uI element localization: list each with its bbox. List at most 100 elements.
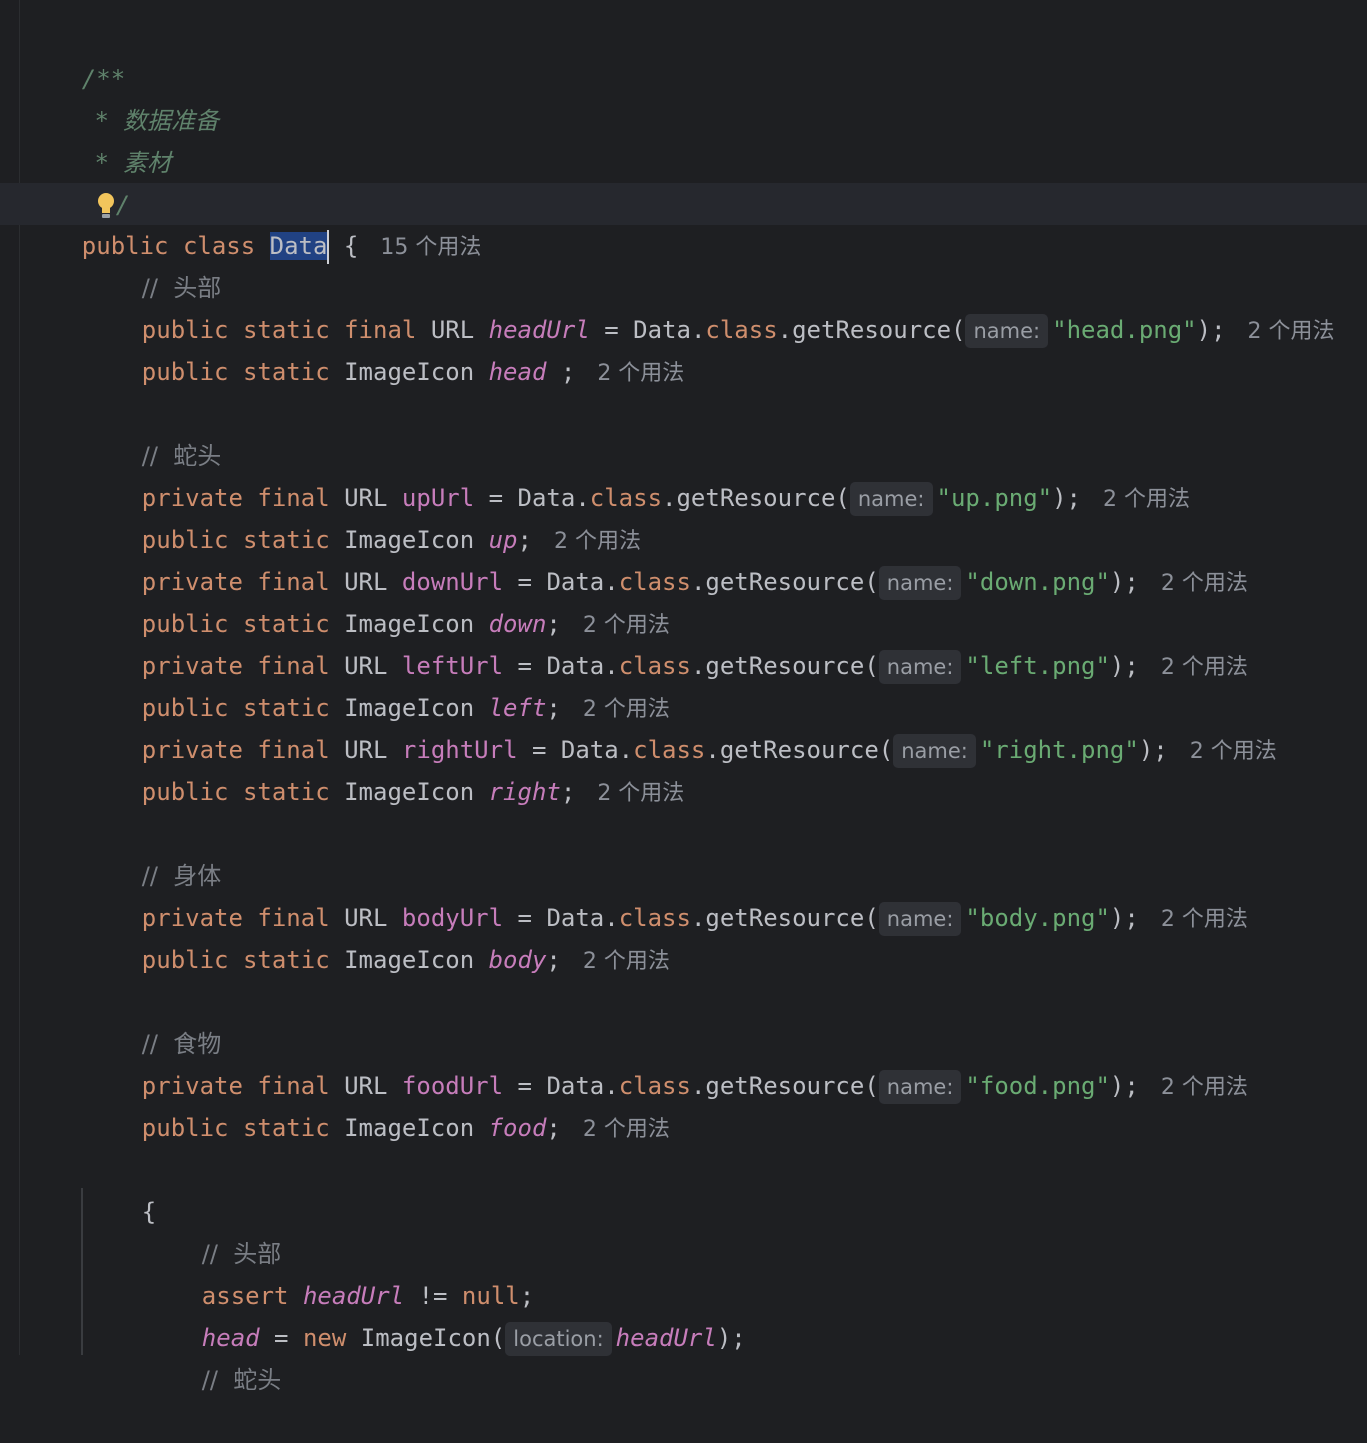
method-call: getResource( [705, 1072, 879, 1100]
usages-hint[interactable]: 2 个用法 [1190, 739, 1277, 764]
code-line[interactable]: // 身体 [84, 813, 221, 890]
code-line[interactable]: private final URL rightUrl = Data.class.… [84, 687, 1277, 768]
field: food [488, 1114, 547, 1142]
method-call: getResource( [719, 736, 894, 764]
parameter-hint: name: [878, 566, 962, 600]
usages-hint[interactable]: 2 个用法 [1103, 487, 1190, 512]
string-literal: "right.png" [979, 736, 1139, 764]
code-line[interactable]: // 头部 [84, 225, 221, 302]
punctuation: ); [716, 1324, 746, 1352]
keyword: static [242, 1114, 330, 1142]
string-literal: "food.png" [965, 1072, 1110, 1100]
code-line[interactable]: private final URL bodyUrl = Data.class.g… [84, 855, 1248, 936]
keyword: class [705, 316, 778, 344]
code-line[interactable]: public static final URL headUrl = Data.c… [84, 267, 1335, 348]
code-line[interactable]: { [84, 1149, 156, 1226]
keyword: public [141, 358, 229, 386]
string-literal: "left.png" [965, 652, 1110, 680]
dot: . [690, 904, 706, 932]
code-line[interactable]: public static ImageIcon head ; 2 个用法 [84, 309, 685, 386]
brace: { [343, 232, 359, 260]
code-line[interactable]: public static ImageIcon up; 2 个用法 [84, 477, 641, 554]
code-line[interactable]: private final URL foodUrl = Data.class.g… [84, 1023, 1248, 1104]
field: body [488, 946, 547, 974]
code-line[interactable]: // 蛇头 [84, 393, 221, 470]
punctuation: ); [1196, 316, 1226, 344]
punctuation: ); [1052, 484, 1082, 512]
code-line[interactable]: head = new ImageIcon(location: headUrl); [144, 1275, 746, 1356]
keyword: static [242, 358, 330, 386]
dot: . [690, 316, 706, 344]
usages-hint[interactable]: 2 个用法 [1161, 571, 1248, 596]
method-call: getResource( [705, 904, 879, 932]
usages-hint[interactable]: 2 个用法 [1161, 907, 1248, 932]
usages-hint[interactable]: 2 个用法 [583, 1117, 670, 1142]
method-call: getResource( [676, 484, 850, 512]
usages-hint[interactable]: 2 个用法 [597, 361, 684, 386]
code-line[interactable]: assert headUrl != null; [144, 1233, 534, 1310]
code-line[interactable]: /** [24, 16, 125, 93]
text-caret [327, 230, 330, 264]
code-line[interactable]: private final URL downUrl = Data.class.g… [84, 519, 1248, 600]
punctuation: ); [1109, 652, 1139, 680]
code-line[interactable]: / [38, 142, 130, 219]
indent-guide [81, 1188, 83, 1355]
punctuation: ); [1138, 736, 1168, 764]
field: right [488, 778, 561, 806]
code-line[interactable]: public static ImageIcon body; 2 个用法 [84, 897, 670, 974]
keyword: new [302, 1324, 347, 1352]
code-line[interactable]: * 数据准备 [38, 58, 219, 135]
code-line[interactable]: public static ImageIcon left; 2 个用法 [84, 645, 670, 722]
parameter-hint: name: [965, 314, 1049, 348]
keyword: public [141, 1114, 229, 1142]
string-literal: "body.png" [965, 904, 1110, 932]
keyword: public [141, 946, 229, 974]
code-editor[interactable]: /** * 数据准备 * 素材 / public class Data {15 … [0, 0, 1367, 1394]
dot: . [777, 316, 793, 344]
class-declaration-line[interactable]: public class Data {15 个用法 [24, 183, 481, 264]
usages-hint[interactable]: 2 个用法 [1248, 319, 1335, 344]
field: head [488, 358, 547, 386]
method-call: getResource( [705, 652, 879, 680]
usages-hint[interactable]: 2 个用法 [1161, 655, 1248, 680]
code-line[interactable]: * 素材 [38, 100, 171, 177]
code-line[interactable]: // 头部 [144, 1191, 281, 1268]
usages-hint[interactable]: 2 个用法 [1161, 1075, 1248, 1100]
type: ImageIcon [344, 778, 475, 806]
punctuation: ; [560, 778, 576, 806]
code-line[interactable]: private final URL leftUrl = Data.class.g… [84, 603, 1248, 684]
dot: . [690, 652, 706, 680]
method-call: getResource( [792, 316, 966, 344]
dot: . [690, 568, 706, 596]
keyword: static [242, 946, 330, 974]
code-line[interactable]: // 蛇头 [144, 1317, 281, 1394]
code-line[interactable]: public static ImageIcon down; 2 个用法 [84, 561, 670, 638]
keyword: public [141, 778, 229, 806]
type: ImageIcon [344, 1114, 475, 1142]
punctuation: ); [1109, 1072, 1139, 1100]
line-comment: // 蛇头 [201, 1366, 282, 1394]
usages-hint[interactable]: 2 个用法 [597, 781, 684, 806]
usages-hint[interactable]: 2 个用法 [583, 949, 670, 974]
usages-hint[interactable]: 15 个用法 [380, 235, 481, 260]
string-literal: "down.png" [965, 568, 1110, 596]
type: ImageIcon [344, 946, 475, 974]
method-call: getResource( [705, 568, 879, 596]
parameter-hint: name: [849, 482, 933, 516]
type: ImageIcon [344, 358, 475, 386]
string-literal: "head.png" [1052, 316, 1197, 344]
dot: . [705, 736, 720, 764]
punctuation: ; [546, 946, 561, 974]
dot: . [690, 1072, 706, 1100]
code-line[interactable]: // 食物 [84, 981, 221, 1058]
punctuation: ; [546, 358, 576, 386]
code-line[interactable]: private final URL upUrl = Data.class.get… [84, 435, 1190, 516]
parameter-hint: location: [505, 1322, 612, 1356]
parameter-hint: name: [878, 1070, 962, 1104]
punctuation: ); [1109, 904, 1139, 932]
code-line[interactable]: public static ImageIcon right; 2 个用法 [84, 729, 685, 806]
class-name-selected[interactable]: Data [269, 232, 328, 260]
parameter-hint: name: [878, 902, 962, 936]
keyword: static [242, 778, 330, 806]
code-line[interactable]: public static ImageIcon food; 2 个用法 [84, 1065, 670, 1142]
